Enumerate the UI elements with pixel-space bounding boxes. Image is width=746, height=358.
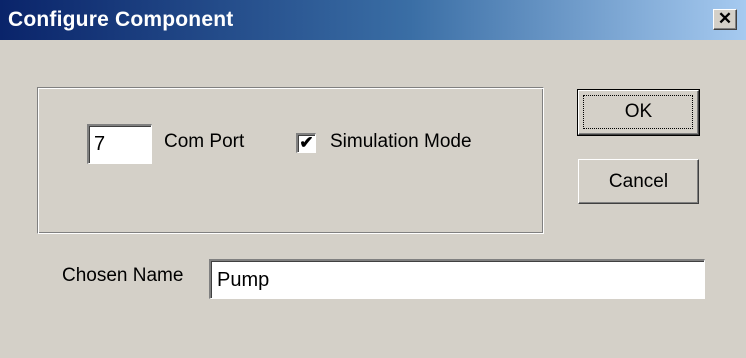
cancel-button-label: Cancel: [608, 171, 669, 192]
simulation-mode-label[interactable]: Simulation Mode: [330, 131, 472, 153]
checkmark-icon: ✔: [299, 133, 314, 152]
simulation-mode-checkbox[interactable]: ✔: [296, 133, 316, 153]
close-button[interactable]: ✕: [713, 9, 737, 30]
chosen-name-input[interactable]: Pump: [209, 259, 705, 299]
ok-button[interactable]: OK: [577, 89, 700, 136]
com-port-label: Com Port: [164, 131, 245, 152]
window-title: Configure Component: [8, 8, 234, 31]
cancel-button[interactable]: Cancel: [578, 159, 699, 204]
com-port-input[interactable]: 7: [87, 124, 152, 164]
title-bar[interactable]: Configure Component ✕: [0, 0, 746, 40]
chosen-name-value: Pump: [217, 269, 270, 291]
configure-component-dialog: Configure Component ✕ 7 Com Port ✔ Simul…: [0, 0, 746, 358]
com-port-value: 7: [94, 133, 106, 155]
focus-rectangle: [583, 95, 693, 129]
close-icon: ✕: [717, 9, 733, 28]
chosen-name-label: Chosen Name: [62, 265, 184, 286]
